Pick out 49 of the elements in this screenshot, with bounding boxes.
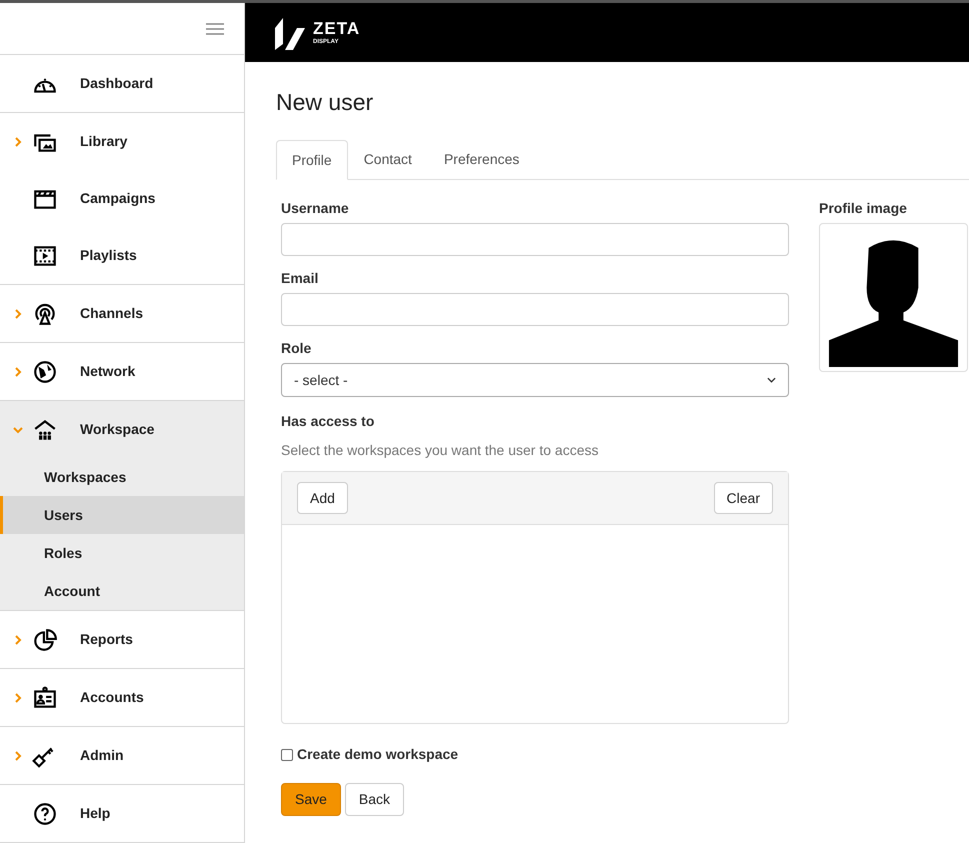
chevron-icon — [13, 136, 23, 146]
field-label: Has access to — [281, 413, 376, 430]
help-icon — [32, 800, 58, 826]
back-button[interactable]: Back — [344, 783, 404, 816]
sidebar-subitem[interactable]: Users — [0, 496, 244, 534]
save-button[interactable]: Save — [281, 783, 341, 816]
tab[interactable]: Profile — [276, 140, 348, 180]
sidebar-item[interactable]: Accounts — [0, 669, 244, 726]
caret-icon — [767, 377, 776, 383]
chevron-icon — [13, 308, 23, 318]
globe-icon — [32, 358, 58, 384]
sidebar-item[interactable]: Campaigns — [0, 170, 244, 227]
chevron-icon — [13, 692, 23, 702]
chevron-icon — [13, 634, 23, 644]
chevron-icon — [13, 424, 23, 434]
field-label: Username — [281, 200, 350, 217]
sidebar-subitem[interactable]: Account — [0, 572, 244, 610]
menu-icon[interactable] — [206, 22, 224, 34]
field-label: Role — [281, 340, 312, 357]
tab[interactable]: Contact — [348, 140, 428, 179]
checkbox-label: Create demo workspace — [297, 746, 458, 763]
sidebar-item[interactable]: Dashboard — [0, 55, 244, 112]
logo-icon — [275, 16, 305, 50]
field-label: Email — [281, 270, 320, 287]
logo-text: ZETA — [313, 20, 360, 37]
id-card-icon — [32, 684, 58, 710]
sidebar-item[interactable]: Workspace — [0, 401, 244, 458]
sidebar-subitem[interactable]: Workspaces — [0, 458, 244, 496]
sidebar-item[interactable]: Admin — [0, 727, 244, 784]
input-field[interactable] — [281, 223, 789, 256]
chevron-icon — [13, 750, 23, 760]
sidebar-item[interactable]: Help — [0, 785, 244, 842]
tab[interactable]: Preferences — [428, 140, 536, 179]
sidebar-item[interactable]: Channels — [0, 285, 244, 342]
chevron-icon — [13, 366, 23, 376]
input-field[interactable] — [281, 293, 789, 326]
sidebar-subitem[interactable]: Roles — [0, 534, 244, 572]
sidebar-item[interactable]: Network — [0, 343, 244, 400]
select-field[interactable]: - select - — [281, 363, 789, 397]
sidebar-item[interactable]: Reports — [0, 611, 244, 668]
pie-chart-icon — [32, 626, 58, 652]
sidebar-item[interactable]: Library — [0, 113, 244, 170]
checkbox[interactable] — [281, 748, 293, 760]
page-title: New user — [276, 88, 374, 117]
add-button[interactable]: Add — [297, 482, 348, 514]
clear-button[interactable]: Clear — [714, 482, 773, 514]
hint-text: Select the workspaces you want the user to access — [281, 442, 600, 459]
field-label: Profile image — [819, 200, 908, 217]
sidebar-item[interactable]: Playlists — [0, 227, 244, 284]
